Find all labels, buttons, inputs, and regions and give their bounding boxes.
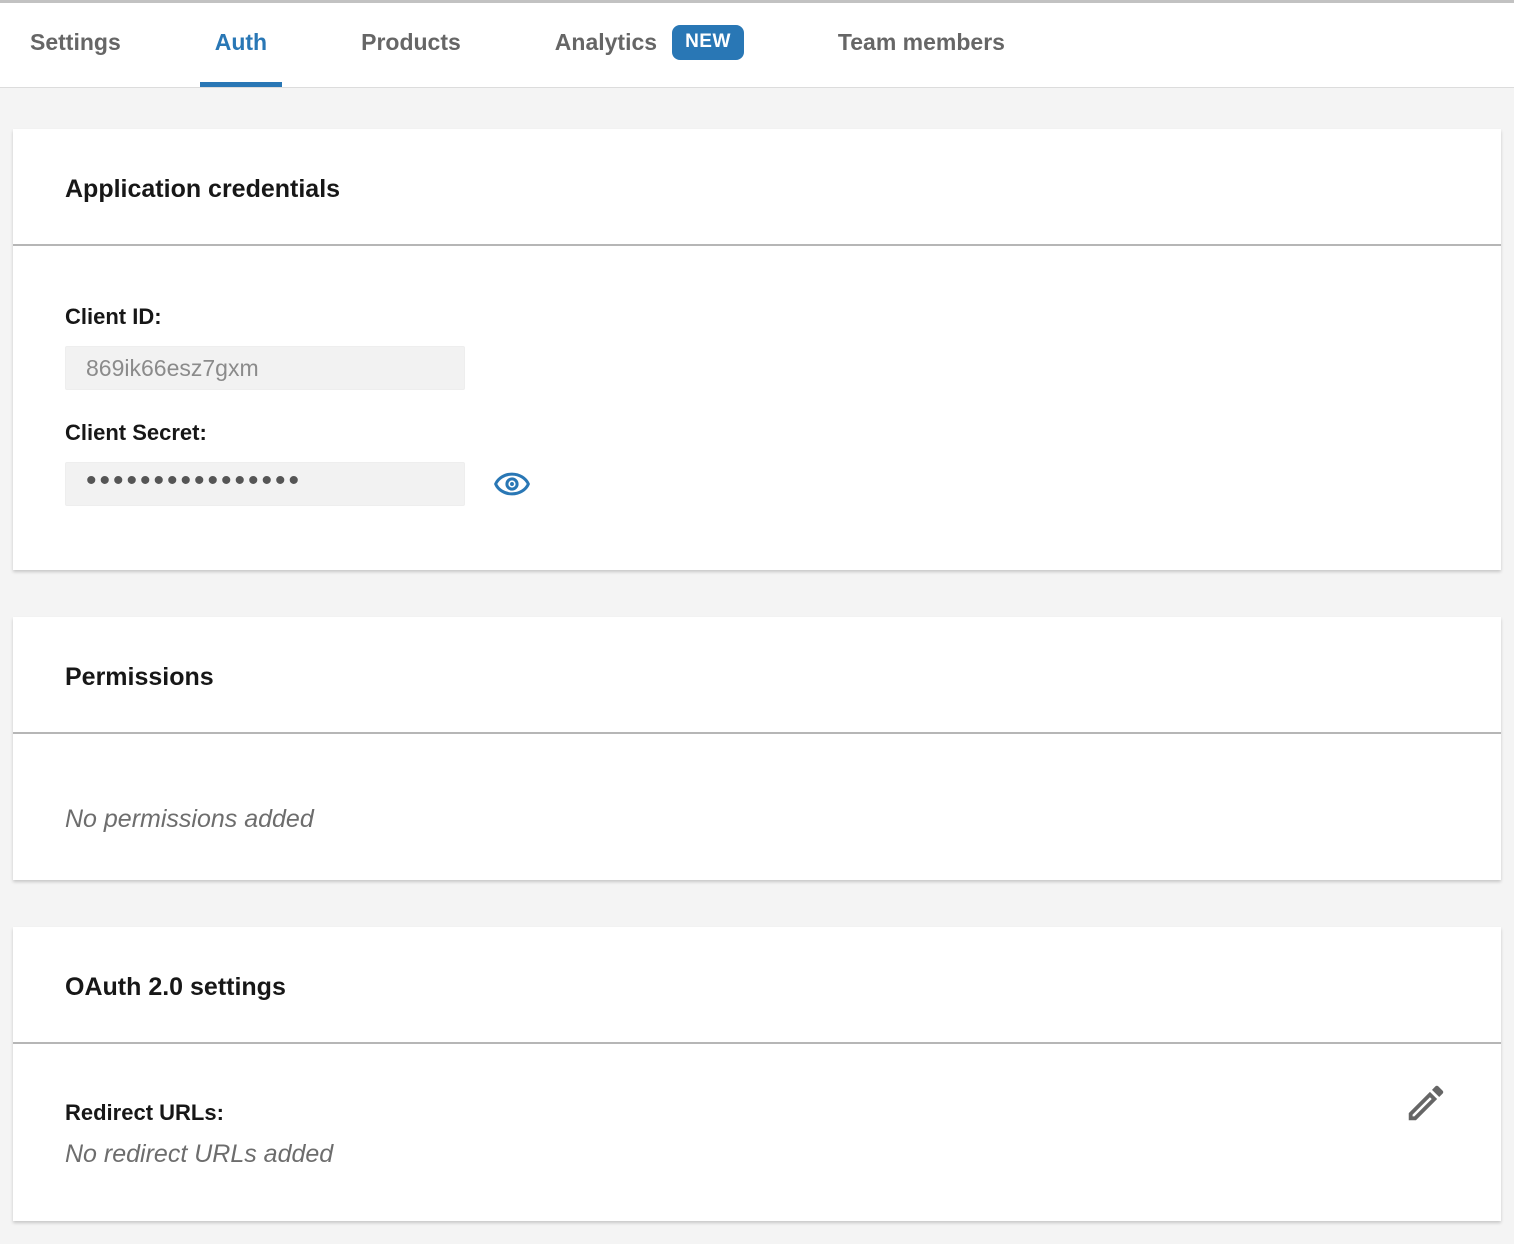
client-id-value: 869ik66esz7gxm [86, 355, 259, 382]
redirect-urls-group: Redirect URLs: No redirect URLs added [65, 1100, 333, 1169]
tab-team-members[interactable]: Team members [823, 3, 1020, 87]
tab-team-members-label: Team members [838, 29, 1005, 56]
application-credentials-body: Client ID: 869ik66esz7gxm Client Secret:… [13, 246, 1501, 571]
client-secret-masked-value: •••••••••••••••• [86, 466, 302, 496]
eye-icon [493, 466, 531, 502]
oauth-settings-body: Redirect URLs: No redirect URLs added [13, 1044, 1501, 1221]
new-badge: NEW [672, 25, 744, 60]
client-secret-field[interactable]: •••••••••••••••• [65, 462, 465, 506]
redirect-urls-empty-text: No redirect URLs added [65, 1139, 333, 1169]
tab-auth[interactable]: Auth [200, 3, 282, 87]
permissions-body: No permissions added [13, 734, 1501, 880]
client-id-label: Client ID: [65, 304, 1449, 329]
edit-redirect-urls-button[interactable] [1403, 1080, 1449, 1126]
permissions-empty-text: No permissions added [65, 804, 1449, 834]
oauth-settings-title: OAuth 2.0 settings [13, 927, 1501, 1044]
tab-products[interactable]: Products [346, 3, 476, 87]
redirect-urls-label: Redirect URLs: [65, 1100, 333, 1125]
tab-analytics[interactable]: Analytics NEW [540, 3, 759, 87]
reveal-secret-button[interactable] [493, 466, 531, 502]
client-secret-label: Client Secret: [65, 420, 1449, 445]
tab-auth-label: Auth [215, 29, 267, 56]
oauth-settings-card: OAuth 2.0 settings Redirect URLs: No red… [13, 927, 1501, 1221]
edit-pencil-icon [1403, 1080, 1449, 1126]
tab-products-label: Products [361, 29, 461, 56]
tab-bar: Settings Auth Products Analytics NEW Tea… [0, 3, 1514, 88]
permissions-card: Permissions No permissions added [13, 617, 1501, 880]
tab-settings[interactable]: Settings [15, 3, 136, 87]
permissions-title: Permissions [13, 617, 1501, 734]
client-secret-row: •••••••••••••••• [65, 462, 1449, 506]
application-credentials-title: Application credentials [13, 129, 1501, 246]
page: Settings Auth Products Analytics NEW Tea… [0, 0, 1514, 1244]
client-id-field[interactable]: 869ik66esz7gxm [65, 346, 465, 390]
application-credentials-card: Application credentials Client ID: 869ik… [13, 129, 1501, 570]
tab-analytics-label: Analytics [555, 29, 657, 56]
main-content: Application credentials Client ID: 869ik… [0, 129, 1514, 1221]
tab-settings-label: Settings [30, 29, 121, 56]
